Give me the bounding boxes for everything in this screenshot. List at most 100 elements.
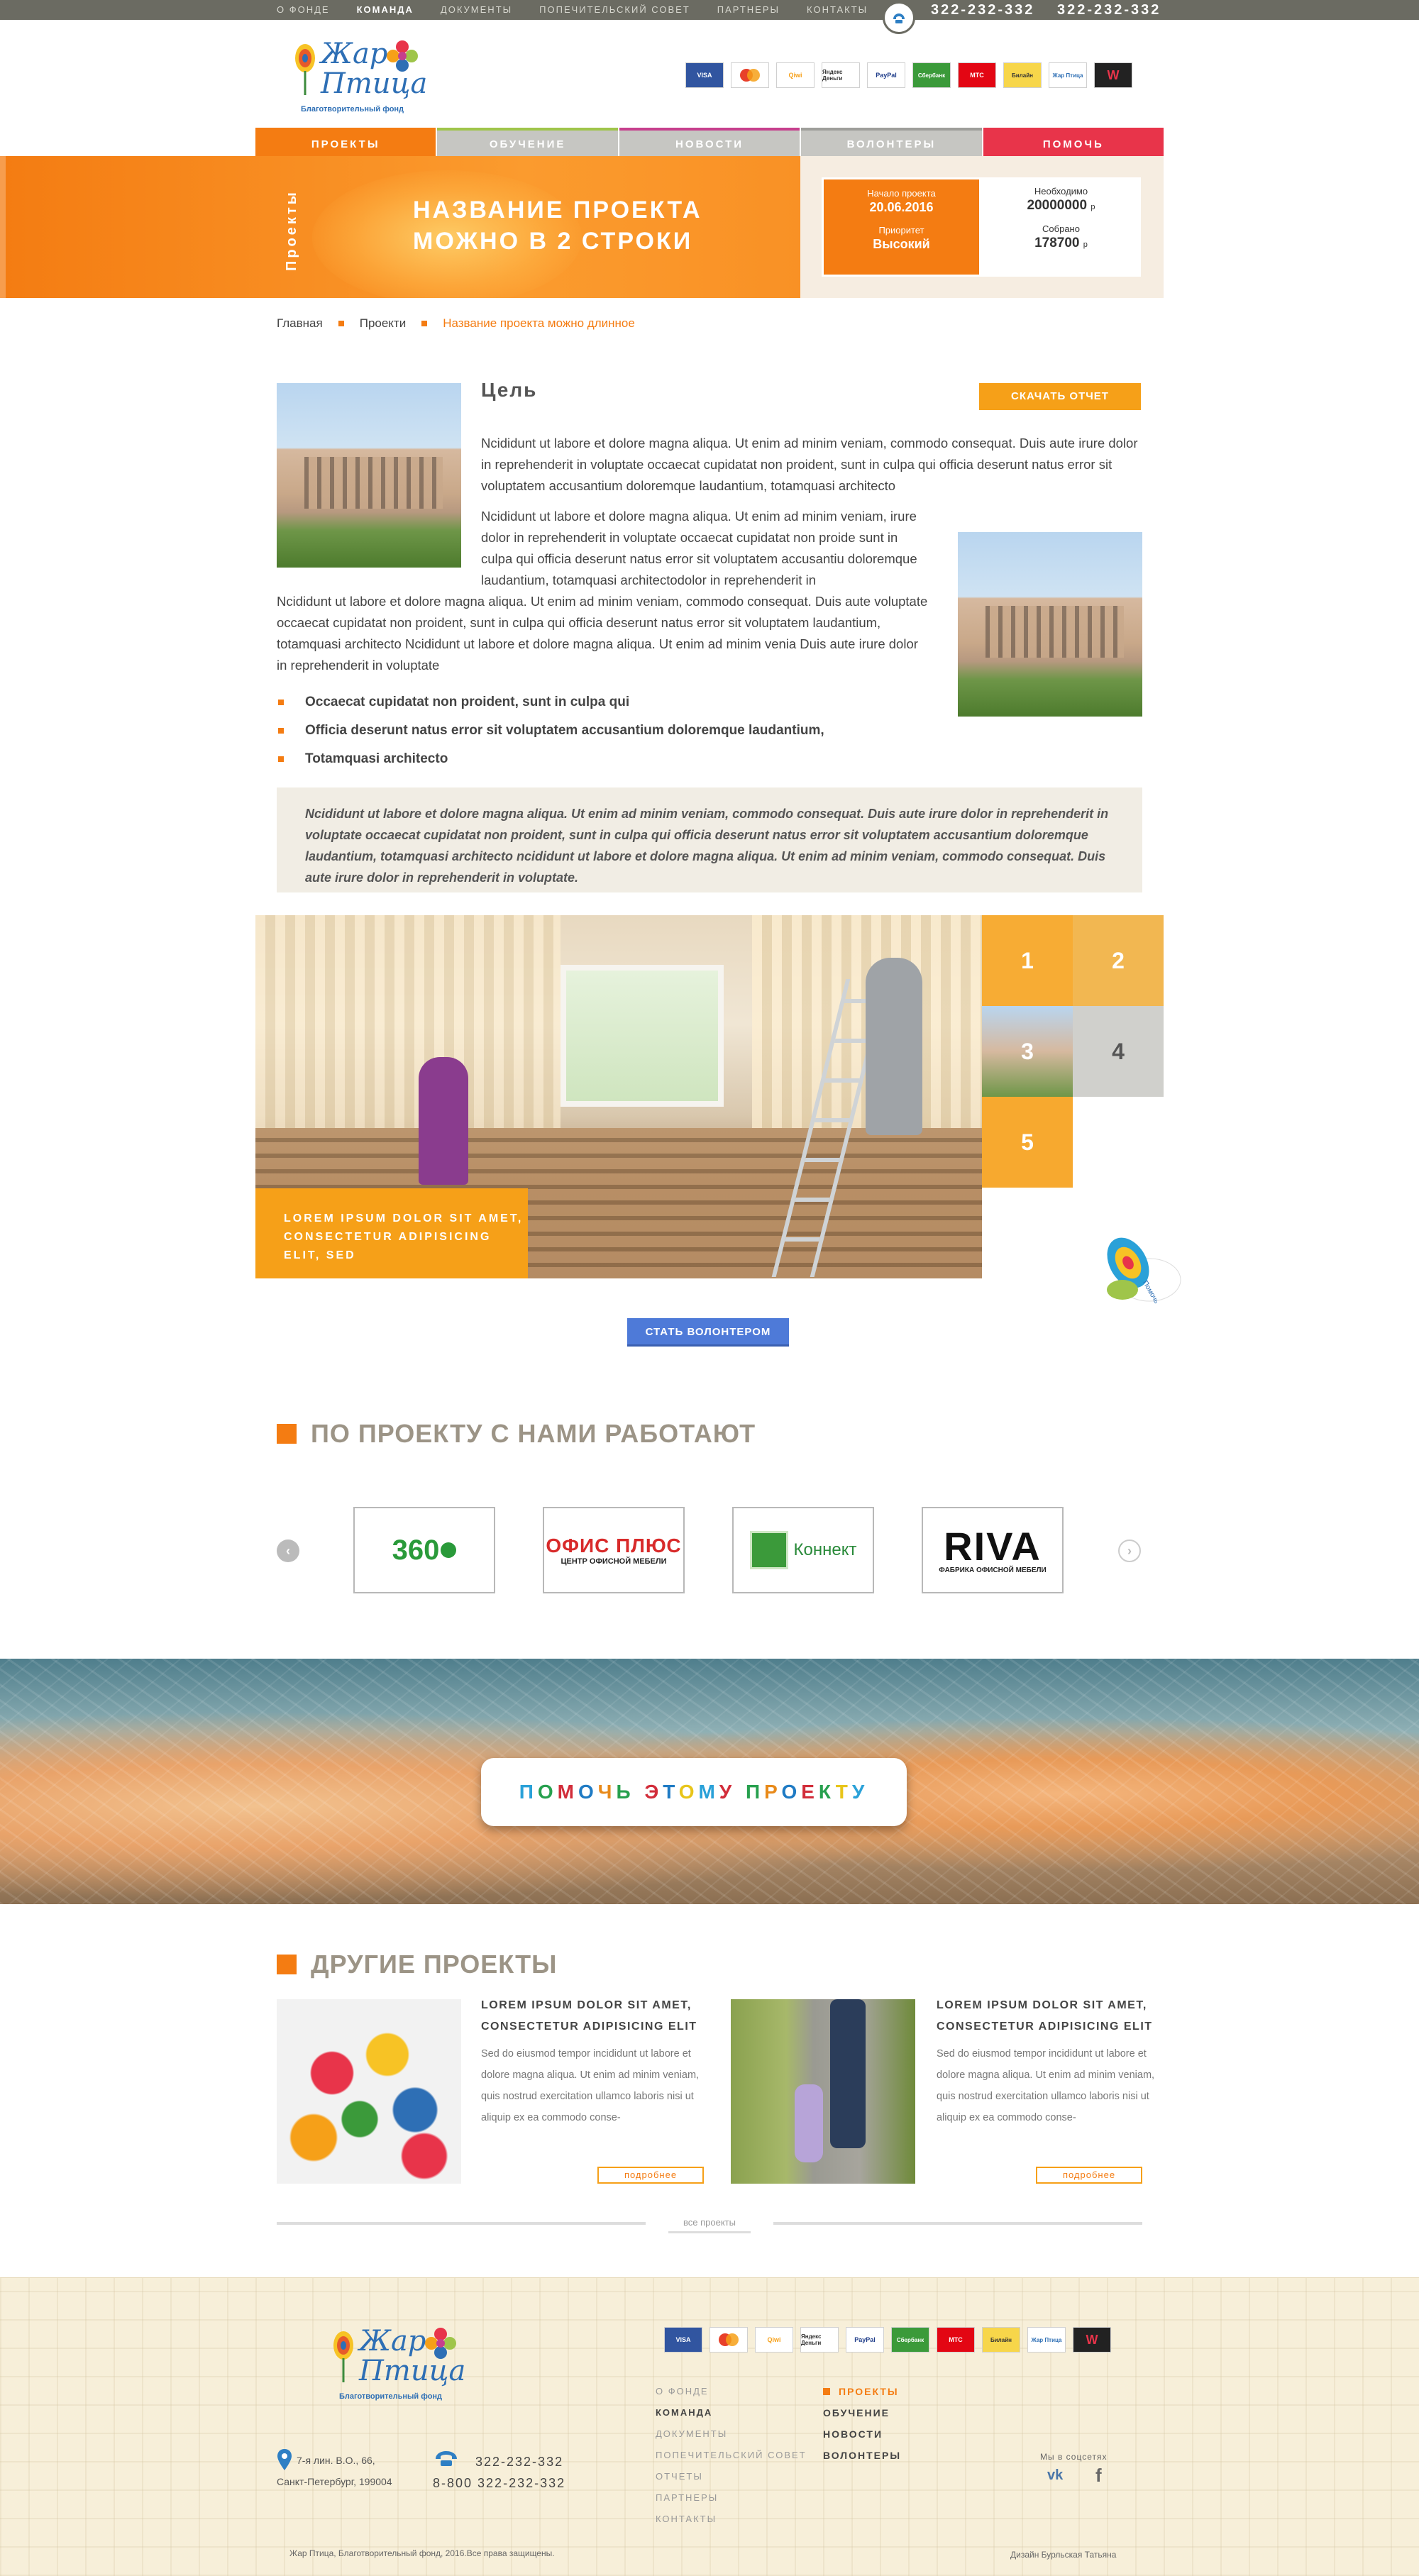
beeline-logo: Билайн	[1003, 62, 1042, 88]
project-card-1-more-button[interactable]: подробнее	[597, 2167, 704, 2184]
gallery-thumb-1[interactable]: 1	[982, 915, 1073, 1006]
tab-training[interactable]: Обучение	[437, 128, 618, 156]
priority-label: Приоритет	[878, 225, 924, 236]
top-nav-item-team[interactable]: Команда	[357, 0, 414, 20]
footer-link-documents[interactable]: Документы	[656, 2423, 807, 2445]
tab-projects[interactable]: Проекты	[255, 128, 436, 156]
logo-word-2: Птица	[321, 67, 428, 100]
goal-paragraph-2b: Ncididunt ut labore et dolore magna aliq…	[277, 594, 928, 673]
partners-carousel: ‹ 360 Офис Плюс Центр офисной мебели Кон…	[277, 1507, 1142, 1595]
top-nav-item-partners[interactable]: Партнеры	[717, 0, 780, 20]
partner-logo-konnekt[interactable]: Коннект	[732, 1507, 874, 1593]
banner-left-edge	[0, 156, 6, 298]
footer-address-line-1: 7-я лин. В.О., 66,	[297, 2455, 375, 2466]
help-bird-button[interactable]: Помочь	[1093, 1220, 1192, 1320]
project-card-2-title[interactable]: Lorem ipsum dolor sit amet, consectetur …	[937, 1995, 1164, 2038]
gallery-thumb-5[interactable]: 5	[982, 1097, 1073, 1188]
paypal-logo: PayPal	[846, 2327, 884, 2353]
partner-name-360: 360	[392, 1534, 440, 1566]
partner-name-konnekt: Коннект	[793, 1540, 857, 1559]
footer-address-line-2: Санкт-Петербург, 199004	[277, 2476, 392, 2487]
top-nav-item-board[interactable]: Попечительский совет	[539, 0, 690, 20]
all-projects-link[interactable]: все проекты	[668, 2216, 751, 2233]
gallery-thumb-4[interactable]: 4	[1073, 1006, 1164, 1097]
download-report-button[interactable]: Скачать отчет	[979, 383, 1141, 410]
partner-name-riva: RIVA	[944, 1523, 1042, 1569]
top-phone-2[interactable]: 322-232-332	[1057, 0, 1161, 20]
all-projects-row: все проекты	[277, 2217, 1142, 2235]
w-logo: W	[1094, 62, 1132, 88]
partner-logo-riva[interactable]: RIVA Фабрика офисной мебели	[922, 1507, 1064, 1593]
carousel-next-arrow-icon[interactable]: ›	[1118, 1539, 1141, 1562]
mts-logo: МТС	[937, 2327, 975, 2353]
footer-logo-subtitle: Благотворительный фонд	[339, 2392, 443, 2401]
qiwi-logo: Qiwi	[755, 2327, 793, 2353]
help-button-letter: о	[537, 1781, 558, 1803]
breadcrumb-projects[interactable]: Проекти	[360, 316, 407, 331]
project-card-1-text: Sed do eiusmod tempor incididunt ut labo…	[481, 2048, 700, 2123]
footer-link-team[interactable]: Команда	[656, 2402, 807, 2423]
help-this-project-button[interactable]: Помочь этому проекту	[481, 1758, 907, 1826]
partner-logo-office-plus[interactable]: Офис Плюс Центр офисной мебели	[543, 1507, 685, 1593]
help-button-letter: т	[835, 1781, 852, 1803]
goal-paragraph-2a: Ncididunt ut labore et dolore magna aliq…	[481, 509, 917, 587]
help-button-letter: у	[851, 1781, 869, 1803]
partner-subtitle-office-plus: Центр офисной мебели	[561, 1557, 667, 1566]
help-button-letter: э	[644, 1781, 663, 1803]
logo[interactable]: Жар Птица Благотворительный фонд	[292, 37, 427, 115]
footer-logo[interactable]: Жар Птица Благотворительный фонд	[331, 2324, 465, 2402]
banner-vertical-label: Проекты	[284, 189, 299, 271]
become-volunteer-button[interactable]: Стать волонтером	[627, 1318, 789, 1347]
top-nav-item-contacts[interactable]: Контакты	[807, 0, 868, 20]
sberbank-logo: Сбербанк	[912, 62, 951, 88]
footer-link-about[interactable]: О фонде	[656, 2381, 807, 2402]
partner-logo-360[interactable]: 360	[353, 1507, 495, 1593]
help-button-letter: о	[578, 1781, 598, 1803]
gallery-thumb-2[interactable]: 2	[1073, 915, 1164, 1006]
banner-title-line-1: Название проекта	[413, 197, 702, 223]
partner-name-office-plus: Офис Плюс	[546, 1535, 682, 1557]
footer-link-volunteers[interactable]: Волонтеры	[823, 2445, 901, 2466]
top-nav-item-about[interactable]: О фонде	[277, 0, 330, 20]
logo-word-1: Жар	[321, 38, 388, 70]
footer-link-reports[interactable]: Отчеты	[656, 2466, 807, 2487]
gallery-thumb-3[interactable]: 3	[982, 1006, 1073, 1097]
help-button-letter: ч	[597, 1781, 617, 1803]
breadcrumb-home[interactable]: Главная	[277, 316, 323, 331]
top-phone-1[interactable]: 322-232-332	[931, 0, 1034, 20]
project-card-1-image[interactable]	[277, 1999, 461, 2184]
facebook-icon[interactable]: f	[1095, 2465, 1102, 2487]
priority-value: Высокий	[873, 237, 930, 251]
location-pin-icon	[277, 2449, 292, 2470]
footer-link-board[interactable]: Попечительский совет	[656, 2445, 807, 2466]
footer-phone-2[interactable]: 8-800 322-232-332	[433, 2476, 565, 2491]
tab-news[interactable]: Новости	[619, 128, 800, 156]
carousel-prev-arrow-icon[interactable]: ‹	[277, 1539, 299, 1562]
footer-link-training[interactable]: Обучение	[823, 2402, 901, 2423]
footer-link-contacts[interactable]: Контакты	[656, 2509, 807, 2530]
phone-icon[interactable]	[883, 1, 915, 34]
footer-link-news[interactable]: Новости	[823, 2423, 901, 2445]
footer-link-projects[interactable]: Проекты	[823, 2381, 901, 2402]
project-funds-box: Необходимо 20000000 р Собрано 178700 р	[981, 177, 1141, 277]
yandex-money-logo: Яндекс Деньги	[822, 62, 860, 88]
project-card-1-title[interactable]: Lorem ipsum dolor sit amet, consectetur …	[481, 1995, 708, 2038]
footer-phone-1[interactable]: 322-232-332	[475, 2455, 563, 2470]
footer-link-partners[interactable]: Партнеры	[656, 2487, 807, 2509]
tab-volunteers[interactable]: Волонтеры	[801, 128, 982, 156]
orange-square-icon	[277, 1424, 297, 1444]
footer-copyright: Жар Птица, Благотворительный фонд, 2016.…	[289, 2548, 555, 2558]
goal-title: Цель	[481, 379, 538, 401]
help-button-letter: о	[781, 1781, 802, 1803]
help-button-letter: о	[678, 1781, 699, 1803]
goal-bullets: Occaecat cupidatat non proident, sunt in…	[277, 692, 824, 777]
project-dates-box: Начало проекта 20.06.2016 Приоритет Высо…	[822, 177, 981, 277]
goal-quote: Ncididunt ut labore et dolore magna aliq…	[277, 787, 1142, 892]
help-button-letter: е	[801, 1781, 819, 1803]
vk-icon[interactable]: vk	[1047, 2467, 1063, 2484]
project-card-2-more-button[interactable]: подробнее	[1036, 2167, 1142, 2184]
tab-help[interactable]: Помочь	[983, 128, 1164, 156]
orange-square-icon	[823, 2388, 830, 2395]
project-card-2-image[interactable]	[731, 1999, 915, 2184]
top-nav-item-documents[interactable]: Документы	[441, 0, 512, 20]
